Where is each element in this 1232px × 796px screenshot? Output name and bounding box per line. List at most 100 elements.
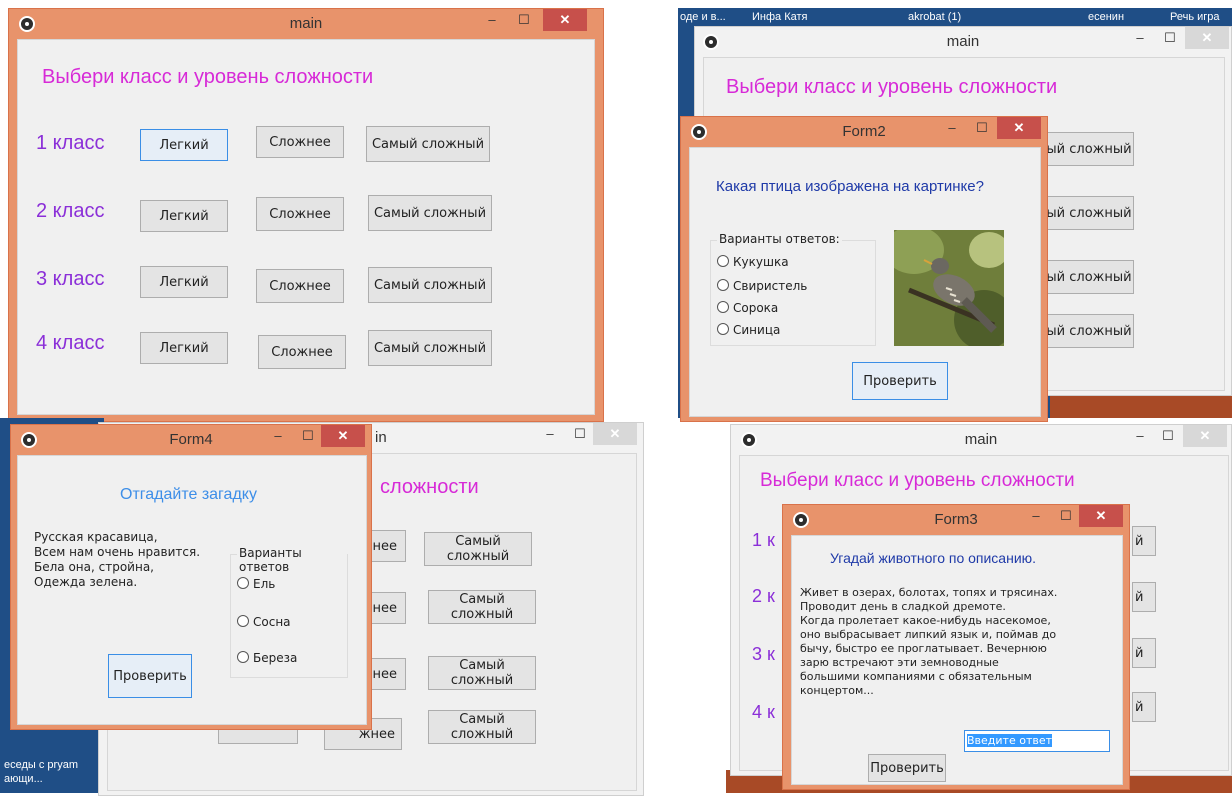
grade-4-hardest-button[interactable]: Самый сложный bbox=[368, 330, 492, 366]
title-bar[interactable]: Form4 – ☐ ✕ bbox=[11, 425, 371, 455]
grade-label-partial: 2 к bbox=[752, 586, 775, 606]
radio-option[interactable]: Кукушка bbox=[717, 255, 789, 269]
radio-circle-icon bbox=[237, 577, 249, 589]
hardest-button-partial[interactable]: ый сложный bbox=[1044, 132, 1134, 166]
main-client-area: Выбери класс и уровень сложности 1 класс… bbox=[17, 39, 595, 415]
close-button[interactable]: ✕ bbox=[1079, 505, 1123, 527]
radio-label: Сорока bbox=[733, 301, 779, 315]
maximize-button[interactable]: ☐ bbox=[1157, 27, 1183, 49]
form3-client-area: Угадай животного по описанию. Живет в оз… bbox=[791, 535, 1123, 785]
desktop-icon-label[interactable]: оде и в... bbox=[680, 11, 726, 23]
radio-label: Кукушка bbox=[733, 255, 789, 269]
close-button[interactable]: ✕ bbox=[321, 425, 365, 447]
radio-option[interactable]: Сорока bbox=[717, 301, 778, 315]
grade-1-label: 1 класс bbox=[36, 132, 105, 154]
form3-window: Form3 – ☐ ✕ Угадай животного по описанию… bbox=[782, 504, 1130, 790]
description-line: бычу, быстро ее проглатывает. Вечернюю bbox=[800, 642, 1047, 655]
close-button[interactable]: ✕ bbox=[1185, 27, 1229, 49]
hardest-button-partial[interactable]: й bbox=[1132, 692, 1156, 722]
description-line: концертом... bbox=[800, 684, 874, 697]
hardest-button-partial[interactable]: й bbox=[1132, 638, 1156, 668]
heading-partial: сложности bbox=[380, 476, 479, 498]
desktop-item-label: ающи... bbox=[4, 773, 43, 785]
grade-4-easy-button[interactable]: Легкий bbox=[140, 332, 228, 364]
grade-3-hardest-button[interactable]: Самый сложный bbox=[368, 267, 492, 303]
title-bar[interactable]: main – ☐ ✕ bbox=[9, 9, 603, 39]
grade-2-harder-button[interactable]: Сложнее bbox=[256, 197, 344, 231]
hardest-button[interactable]: Самый сложный bbox=[428, 656, 536, 690]
minimize-button[interactable]: – bbox=[1127, 425, 1153, 447]
radio-option[interactable]: Синица bbox=[717, 323, 780, 337]
maximize-button[interactable]: ☐ bbox=[1053, 505, 1079, 527]
answer-options-group: Варианты ответов Ель Сосна Береза bbox=[230, 546, 348, 678]
maximize-button[interactable]: ☐ bbox=[295, 425, 321, 447]
title-bar[interactable]: main – ☐ ✕ bbox=[731, 425, 1231, 455]
hardest-button-partial[interactable]: ый сложный bbox=[1044, 196, 1134, 230]
form4-window: Form4 – ☐ ✕ Отгадайте загадку Русская кр… bbox=[10, 424, 372, 730]
description-line: Проводит день в сладкой дремоте. bbox=[800, 600, 1006, 613]
minimize-button[interactable]: – bbox=[1127, 27, 1153, 49]
riddle-heading: Отгадайте загадку bbox=[120, 486, 257, 503]
answer-options-group: Варианты ответов: Кукушка Свиристель Сор… bbox=[710, 232, 876, 346]
grade-2-label: 2 класс bbox=[36, 200, 105, 222]
grade-1-easy-button[interactable]: Легкий bbox=[140, 129, 228, 161]
grade-2-easy-button[interactable]: Легкий bbox=[140, 200, 228, 232]
desktop-item[interactable]: еседы с pryam ающи... bbox=[4, 758, 108, 786]
maximize-button[interactable]: ☐ bbox=[1155, 425, 1181, 447]
close-button[interactable]: ✕ bbox=[593, 423, 637, 445]
question-label: Какая птица изображена на картинке? bbox=[716, 178, 984, 195]
minimize-button[interactable]: – bbox=[537, 423, 563, 445]
description-line: большими компаниями с обязательным bbox=[800, 670, 1032, 683]
radio-option[interactable]: Ель bbox=[237, 577, 275, 591]
minimize-button[interactable]: – bbox=[1023, 505, 1049, 527]
heading: Выбери класс и уровень сложности bbox=[726, 76, 1058, 98]
maximize-button[interactable]: ☐ bbox=[969, 117, 995, 139]
hardest-button-partial[interactable]: й bbox=[1132, 582, 1156, 612]
answer-input[interactable]: Введите ответ bbox=[964, 730, 1110, 752]
close-button[interactable]: ✕ bbox=[543, 9, 587, 31]
grade-3-easy-button[interactable]: Легкий bbox=[140, 266, 228, 298]
maximize-button[interactable]: ☐ bbox=[567, 423, 593, 445]
close-button[interactable]: ✕ bbox=[1183, 425, 1227, 447]
radio-circle-icon bbox=[237, 651, 249, 663]
radio-circle-icon bbox=[717, 301, 729, 313]
close-button[interactable]: ✕ bbox=[997, 117, 1041, 139]
title-bar[interactable]: Form3 – ☐ ✕ bbox=[783, 505, 1129, 535]
radio-circle-icon bbox=[717, 323, 729, 335]
grade-2-hardest-button[interactable]: Самый сложный bbox=[368, 195, 492, 231]
hardest-button-partial[interactable]: ый сложный bbox=[1044, 260, 1134, 294]
grade-1-harder-button[interactable]: Сложнее bbox=[256, 126, 344, 158]
grade-1-hardest-button[interactable]: Самый сложный bbox=[366, 126, 490, 162]
title-bar[interactable]: Form2 – ☐ ✕ bbox=[681, 117, 1047, 147]
title-bar[interactable]: main – ☐ ✕ bbox=[695, 27, 1231, 57]
form2-client-area: Какая птица изображена на картинке? Вари… bbox=[689, 147, 1041, 417]
riddle-line: Одежда зелена. bbox=[34, 575, 138, 589]
desktop-icon-label[interactable]: akrobat (1) bbox=[908, 11, 961, 23]
minimize-button[interactable]: – bbox=[939, 117, 965, 139]
desktop-icon-label[interactable]: Инфа Катя bbox=[752, 11, 807, 23]
riddle-text: Русская красавица, Всем нам очень нравит… bbox=[34, 530, 200, 590]
description-line: зарю встречают эти земноводные bbox=[800, 656, 999, 669]
grade-4-harder-button[interactable]: Сложнее bbox=[258, 335, 346, 369]
desktop-icon-label[interactable]: есенин bbox=[1088, 11, 1124, 23]
radio-option[interactable]: Свиристель bbox=[717, 279, 807, 293]
desktop-icon-label[interactable]: Речь игра bbox=[1170, 11, 1220, 23]
radio-label: Береза bbox=[253, 651, 298, 665]
radio-option[interactable]: Сосна bbox=[237, 615, 291, 629]
minimize-button[interactable]: – bbox=[265, 425, 291, 447]
maximize-button[interactable]: ☐ bbox=[511, 9, 537, 31]
hardest-button[interactable]: Самый сложный bbox=[428, 710, 536, 744]
grade-4-label: 4 класс bbox=[36, 332, 105, 354]
description-line: Когда пролетает какое-нибудь насекомое, bbox=[800, 614, 1051, 627]
check-button[interactable]: Проверить bbox=[852, 362, 948, 400]
hardest-button-partial[interactable]: ый сложный bbox=[1044, 314, 1134, 348]
riddle-line: Бела она, стройна, bbox=[34, 560, 154, 574]
hardest-button[interactable]: Самый сложный bbox=[428, 590, 536, 624]
hardest-button-partial[interactable]: й bbox=[1132, 526, 1156, 556]
check-button[interactable]: Проверить bbox=[868, 754, 946, 782]
check-button[interactable]: Проверить bbox=[108, 654, 192, 698]
grade-3-harder-button[interactable]: Сложнее bbox=[256, 269, 344, 303]
hardest-button[interactable]: Самый сложный bbox=[424, 532, 532, 566]
radio-option[interactable]: Береза bbox=[237, 651, 297, 665]
minimize-button[interactable]: – bbox=[479, 9, 505, 31]
